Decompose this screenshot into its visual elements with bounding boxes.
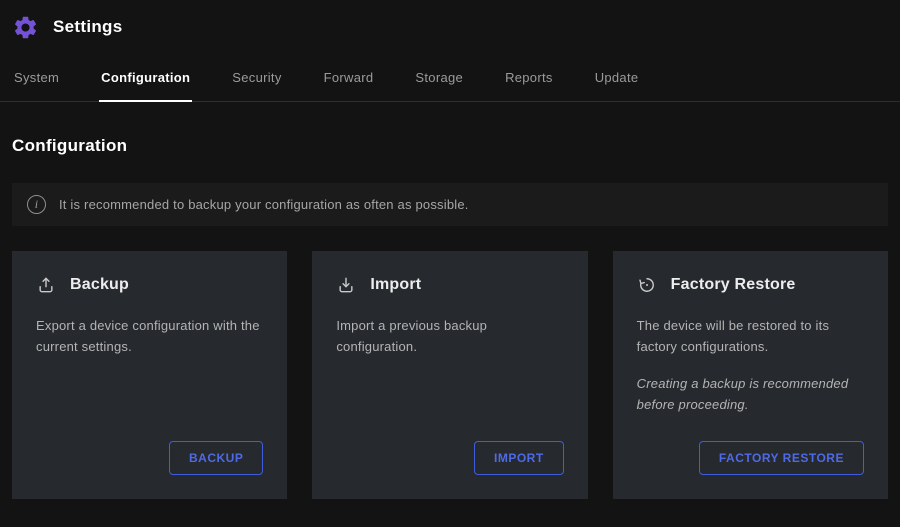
backup-card-description: Export a device configuration with the c…: [36, 315, 263, 358]
restore-icon: [637, 275, 657, 295]
tab-reports[interactable]: Reports: [503, 64, 555, 102]
backup-button[interactable]: BACKUP: [169, 441, 263, 475]
settings-tabs: System Configuration Security Forward St…: [0, 64, 900, 102]
backup-card: Backup Export a device configuration wit…: [12, 251, 287, 499]
tab-configuration[interactable]: Configuration: [99, 64, 192, 102]
import-button[interactable]: IMPORT: [474, 441, 564, 475]
info-banner: i It is recommended to backup your confi…: [12, 183, 888, 226]
backup-card-title: Backup: [70, 276, 129, 294]
info-icon: i: [27, 195, 46, 214]
factory-restore-card-note: Creating a backup is recommended before …: [637, 373, 864, 416]
factory-restore-card-header: Factory Restore: [637, 275, 864, 295]
tab-update[interactable]: Update: [593, 64, 641, 102]
tab-storage[interactable]: Storage: [413, 64, 465, 102]
gear-icon: [12, 14, 39, 41]
tab-forward[interactable]: Forward: [322, 64, 376, 102]
download-icon: [336, 275, 356, 295]
import-card-header: Import: [336, 275, 563, 295]
page-title: Settings: [53, 17, 122, 37]
factory-restore-card: Factory Restore The device will be resto…: [613, 251, 888, 499]
import-card-title: Import: [370, 276, 421, 294]
import-card-description: Import a previous backup configuration.: [336, 315, 563, 358]
tab-system[interactable]: System: [12, 64, 61, 102]
factory-restore-button[interactable]: FACTORY RESTORE: [699, 441, 864, 475]
tab-security[interactable]: Security: [230, 64, 283, 102]
upload-icon: [36, 275, 56, 295]
import-card: Import Import a previous backup configur…: [312, 251, 587, 499]
factory-restore-card-title: Factory Restore: [671, 276, 796, 294]
page-header: Settings: [0, 0, 900, 42]
backup-card-header: Backup: [36, 275, 263, 295]
card-row: Backup Export a device configuration wit…: [12, 251, 888, 499]
section-heading: Configuration: [12, 136, 888, 156]
settings-page: Settings System Configuration Security F…: [0, 0, 900, 527]
factory-restore-card-description: The device will be restored to its facto…: [637, 315, 864, 358]
info-banner-text: It is recommended to backup your configu…: [59, 197, 469, 212]
